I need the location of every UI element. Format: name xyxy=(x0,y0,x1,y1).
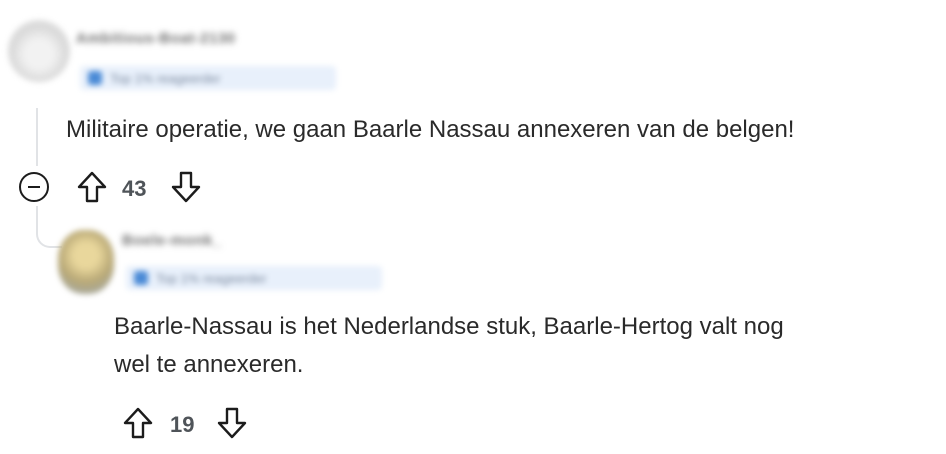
user-flair: Top 1% reageerder xyxy=(80,66,336,90)
flair-text: Top 1% reageerder xyxy=(156,270,267,286)
flair-text: Top 1% reageerder xyxy=(110,70,221,86)
collapse-thread-button[interactable] xyxy=(19,172,49,202)
avatar[interactable] xyxy=(8,20,70,82)
comment-body: Militaire operatie, we gaan Baarle Nassa… xyxy=(66,116,795,143)
minus-circle-icon xyxy=(28,186,40,188)
comment-author[interactable]: Boele-monk_ xyxy=(122,232,222,249)
comment-author[interactable]: Ambitious-Boat-2130 xyxy=(76,30,236,47)
comment-score: 19 xyxy=(170,412,195,437)
upvote-button[interactable] xyxy=(76,170,108,209)
thread-branch-line xyxy=(36,206,62,248)
arrow-down-outline-icon xyxy=(217,407,247,439)
comment-score: 43 xyxy=(122,176,147,201)
arrow-up-outline-icon xyxy=(123,407,153,439)
arrow-down-outline-icon xyxy=(171,171,201,203)
flair-icon xyxy=(134,271,148,285)
arrow-up-outline-icon xyxy=(77,171,107,203)
avatar[interactable] xyxy=(58,230,114,294)
comment-body-line: wel te annexeren. xyxy=(114,351,304,378)
upvote-button[interactable] xyxy=(122,406,154,445)
downvote-button[interactable] xyxy=(170,170,202,209)
flair-icon xyxy=(88,71,102,85)
thread-line xyxy=(36,108,38,166)
user-flair: Top 1% reageerder xyxy=(126,266,382,290)
downvote-button[interactable] xyxy=(216,406,248,445)
comment-body-line: Baarle-Nassau is het Nederlandse stuk, B… xyxy=(114,313,784,340)
